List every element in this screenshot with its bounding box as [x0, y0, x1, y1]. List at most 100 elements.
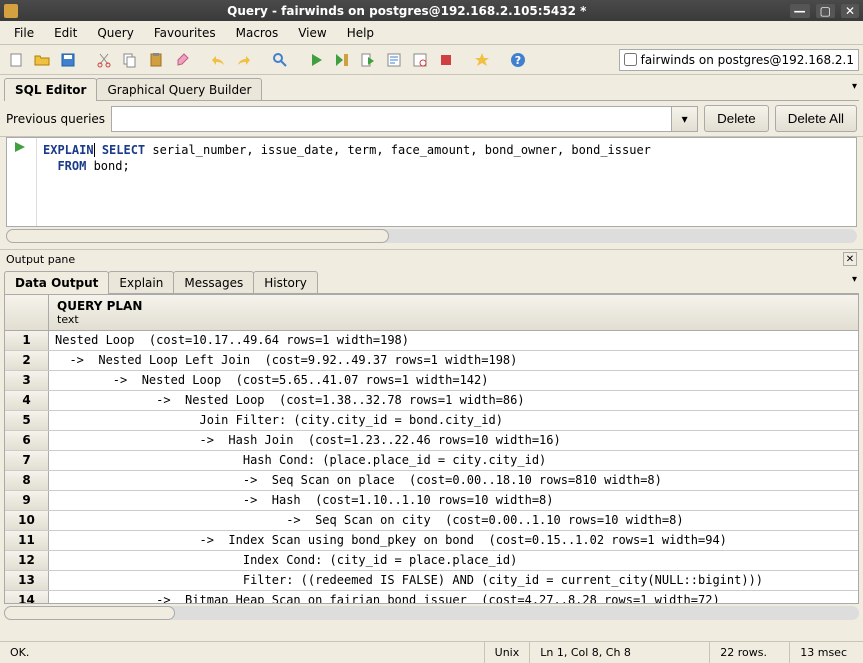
table-row[interactable]: 12 Index Cond: (city_id = place.place_id… [5, 551, 858, 571]
cell-query-plan: -> Seq Scan on place (cost=0.00..18.10 r… [49, 471, 858, 490]
row-number-header [5, 295, 49, 330]
table-row[interactable]: 6 -> Hash Join (cost=1.23..22.46 rows=10… [5, 431, 858, 451]
output-tab-overflow-icon[interactable]: ▾ [852, 274, 857, 285]
close-button[interactable]: ✕ [841, 4, 859, 18]
status-time: 13 msec [789, 642, 857, 663]
minimize-button[interactable]: — [790, 4, 810, 18]
window-titlebar: Query - fairwinds on postgres@192.168.2.… [0, 0, 863, 21]
column-header-query-plan[interactable]: QUERY PLAN text [49, 295, 858, 330]
table-row[interactable]: 8 -> Seq Scan on place (cost=0.00..18.10… [5, 471, 858, 491]
cell-query-plan: Nested Loop (cost=10.17..49.64 rows=1 wi… [49, 331, 858, 350]
table-row[interactable]: 13 Filter: ((redeemed IS FALSE) AND (cit… [5, 571, 858, 591]
copy-icon[interactable] [118, 48, 142, 72]
output-pane-label: Output pane [6, 253, 75, 266]
tab-graphical-builder[interactable]: Graphical Query Builder [96, 78, 262, 101]
menu-edit[interactable]: Edit [46, 23, 85, 43]
tab-overflow-icon[interactable]: ▾ [852, 81, 857, 92]
row-number: 14 [5, 591, 49, 603]
menu-query[interactable]: Query [89, 23, 141, 43]
tab-history[interactable]: History [253, 271, 318, 294]
table-row[interactable]: 3 -> Nested Loop (cost=5.65..41.07 rows=… [5, 371, 858, 391]
table-row[interactable]: 5 Join Filter: (city.city_id = bond.city… [5, 411, 858, 431]
row-number: 7 [5, 451, 49, 470]
scrollbar-thumb[interactable] [6, 229, 389, 243]
sql-gutter [7, 138, 37, 226]
row-number: 8 [5, 471, 49, 490]
favourite-icon[interactable] [470, 48, 494, 72]
row-number: 11 [5, 531, 49, 550]
open-icon[interactable] [30, 48, 54, 72]
menu-file[interactable]: File [6, 23, 42, 43]
cell-query-plan: -> Bitmap Heap Scan on fairian bond_issu… [49, 591, 858, 603]
clear-icon[interactable] [170, 48, 194, 72]
editor-horizontal-scrollbar[interactable] [6, 229, 857, 243]
paste-icon[interactable] [144, 48, 168, 72]
table-body: 1Nested Loop (cost=10.17..49.64 rows=1 w… [5, 331, 858, 603]
row-number: 2 [5, 351, 49, 370]
tab-sql-editor[interactable]: SQL Editor [4, 78, 97, 101]
tab-messages[interactable]: Messages [173, 271, 254, 294]
cell-query-plan: Join Filter: (city.city_id = bond.city_i… [49, 411, 858, 430]
table-row[interactable]: 2 -> Nested Loop Left Join (cost=9.92..4… [5, 351, 858, 371]
cancel-icon[interactable] [434, 48, 458, 72]
output-horizontal-scrollbar[interactable] [4, 606, 859, 620]
scrollbar-thumb[interactable] [4, 606, 175, 620]
app-icon [4, 4, 18, 18]
table-row[interactable]: 10 -> Seq Scan on city (cost=0.00..1.10 … [5, 511, 858, 531]
menu-macros[interactable]: Macros [228, 23, 287, 43]
find-icon[interactable] [268, 48, 292, 72]
previous-queries-combo[interactable]: ▾ [111, 106, 698, 132]
table-row[interactable]: 4 -> Nested Loop (cost=1.38..32.78 rows=… [5, 391, 858, 411]
previous-queries-label: Previous queries [6, 112, 105, 126]
tab-explain[interactable]: Explain [108, 271, 174, 294]
connection-selector[interactable]: fairwinds on postgres@192.168.2.1 [619, 49, 859, 71]
table-row[interactable]: 7 Hash Cond: (place.place_id = city.city… [5, 451, 858, 471]
redo-icon[interactable] [232, 48, 256, 72]
new-icon[interactable] [4, 48, 28, 72]
cut-icon[interactable] [92, 48, 116, 72]
explain-analyze-icon[interactable] [408, 48, 432, 72]
table-row[interactable]: 9 -> Hash (cost=1.10..1.10 rows=10 width… [5, 491, 858, 511]
execute-pgscript-icon[interactable] [330, 48, 354, 72]
menu-help[interactable]: Help [339, 23, 382, 43]
execute-file-icon[interactable] [356, 48, 380, 72]
explain-icon[interactable] [382, 48, 406, 72]
sql-text[interactable]: EXPLAIN SELECT serial_number, issue_date… [37, 138, 856, 226]
cell-query-plan: -> Index Scan using bond_pkey on bond (c… [49, 531, 858, 550]
tab-data-output[interactable]: Data Output [4, 271, 109, 294]
close-pane-icon[interactable]: ✕ [843, 252, 857, 266]
table-row[interactable]: 14 -> Bitmap Heap Scan on fairian bond_i… [5, 591, 858, 603]
cell-query-plan: -> Nested Loop (cost=5.65..41.07 rows=1 … [49, 371, 858, 390]
menubar: File Edit Query Favourites Macros View H… [0, 21, 863, 45]
undo-icon[interactable] [206, 48, 230, 72]
menu-view[interactable]: View [290, 23, 334, 43]
execute-icon[interactable] [304, 48, 328, 72]
save-icon[interactable] [56, 48, 80, 72]
table-row[interactable]: 11 -> Index Scan using bond_pkey on bond… [5, 531, 858, 551]
row-number: 4 [5, 391, 49, 410]
row-number: 5 [5, 411, 49, 430]
cell-query-plan: Filter: ((redeemed IS FALSE) AND (city_i… [49, 571, 858, 590]
connection-label: fairwinds on postgres@192.168.2.1 [641, 53, 854, 67]
row-number: 9 [5, 491, 49, 510]
maximize-button[interactable]: ▢ [816, 4, 835, 18]
cell-query-plan: -> Nested Loop Left Join (cost=9.92..49.… [49, 351, 858, 370]
cell-query-plan: -> Seq Scan on city (cost=0.00..1.10 row… [49, 511, 858, 530]
status-position: Ln 1, Col 8, Ch 8 [529, 642, 709, 663]
help-icon[interactable]: ? [506, 48, 530, 72]
output-pane-header: Output pane ✕ [0, 249, 863, 268]
connection-checkbox[interactable] [624, 53, 637, 66]
row-number: 10 [5, 511, 49, 530]
current-line-marker-icon [15, 142, 25, 152]
previous-queries-input[interactable] [112, 107, 671, 131]
status-encoding: Unix [484, 642, 530, 663]
chevron-down-icon[interactable]: ▾ [671, 107, 697, 131]
cell-query-plan: Index Cond: (city_id = place.place_id) [49, 551, 858, 570]
sql-editor[interactable]: EXPLAIN SELECT serial_number, issue_date… [6, 137, 857, 227]
delete-all-button[interactable]: Delete All [775, 105, 857, 132]
table-row[interactable]: 1Nested Loop (cost=10.17..49.64 rows=1 w… [5, 331, 858, 351]
svg-text:?: ? [515, 54, 521, 67]
menu-favourites[interactable]: Favourites [146, 23, 224, 43]
toolbar: ? fairwinds on postgres@192.168.2.1 [0, 45, 863, 75]
delete-button[interactable]: Delete [704, 105, 769, 132]
